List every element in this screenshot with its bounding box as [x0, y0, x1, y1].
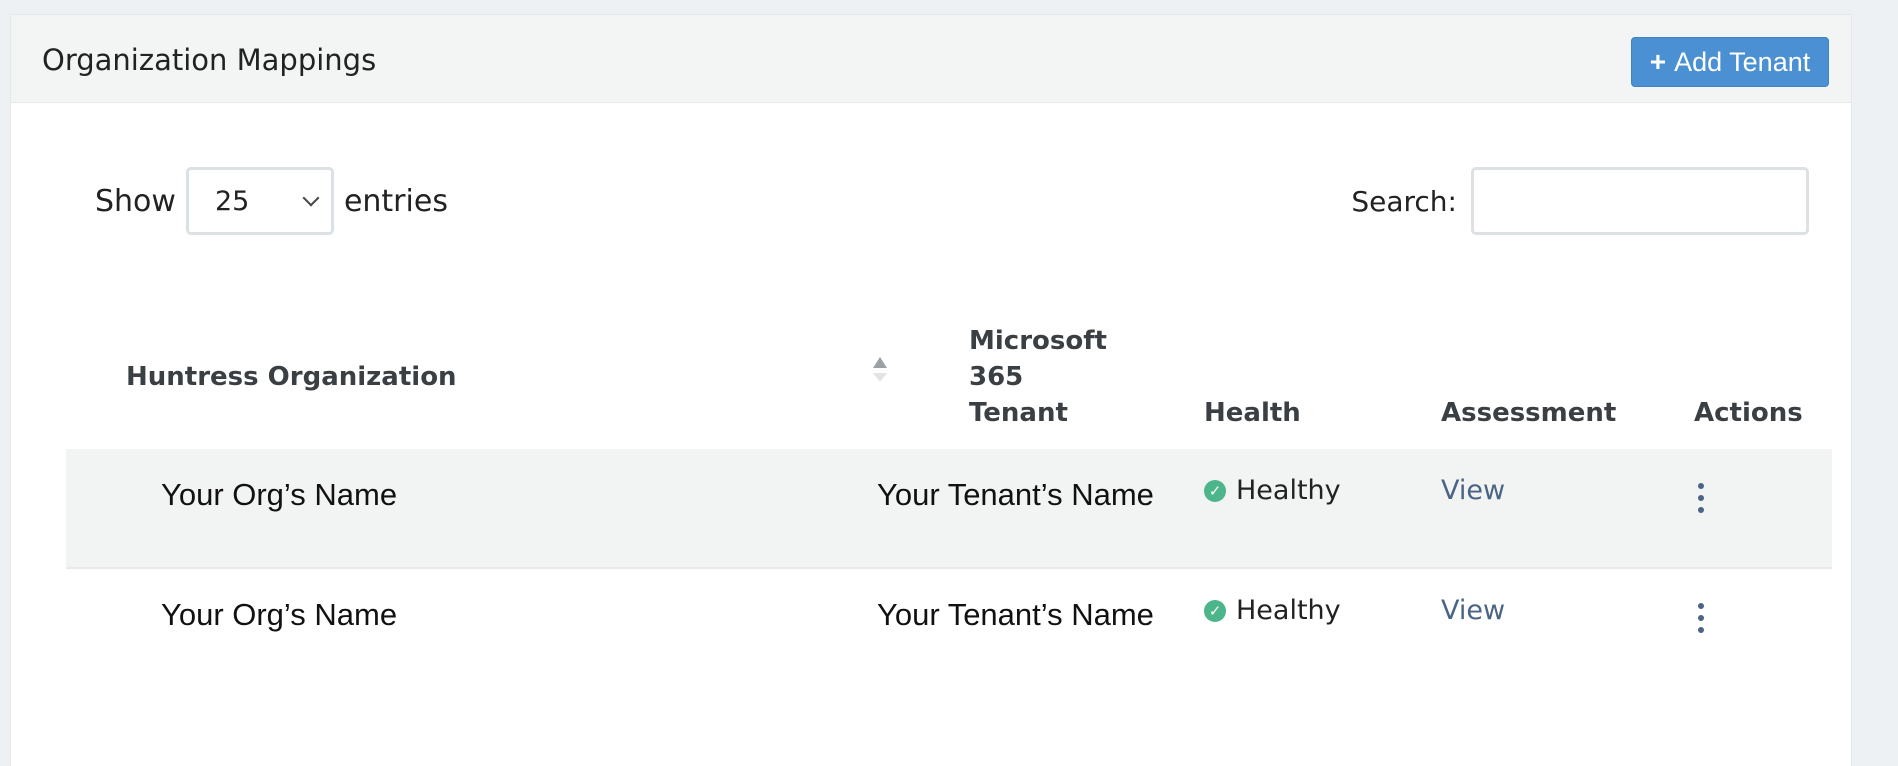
- health-cell: ✓ Healthy: [1204, 475, 1341, 506]
- more-vertical-icon[interactable]: [1694, 483, 1708, 513]
- table-header: Huntress Organization Microsoft 365 Tena…: [66, 313, 1832, 449]
- table-row: Your Org’s Name Your Tenant’s Name ✓ Hea…: [66, 449, 1832, 569]
- organization-cell: Your Org’s Name: [161, 597, 398, 632]
- panel-header: Organization Mappings + Add Tenant: [11, 15, 1851, 103]
- dot: [1698, 495, 1704, 501]
- header-health[interactable]: Health: [1204, 395, 1301, 431]
- show-label: Show: [95, 183, 176, 219]
- health-cell: ✓ Healthy: [1204, 595, 1341, 626]
- dot: [1698, 507, 1704, 513]
- health-status: Healthy: [1236, 475, 1341, 506]
- dot: [1698, 483, 1704, 489]
- page-size-control: Show 25 entries: [95, 167, 448, 235]
- chevron-down-icon: [302, 189, 320, 207]
- header-tenant-line3: Tenant: [969, 398, 1068, 428]
- add-tenant-button[interactable]: + Add Tenant: [1631, 37, 1829, 87]
- header-actions: Actions: [1694, 398, 1803, 428]
- organization-cell: Your Org’s Name: [161, 477, 398, 512]
- dot: [1698, 627, 1704, 633]
- header-assessment[interactable]: Assessment: [1441, 395, 1616, 431]
- panel-title: Organization Mappings: [42, 43, 377, 77]
- sort-desc-icon: [873, 373, 887, 382]
- health-status: Healthy: [1236, 595, 1341, 626]
- dot: [1698, 615, 1704, 621]
- search-control: Search:: [1351, 167, 1809, 235]
- header-tenant-line1: Microsoft: [969, 326, 1107, 356]
- sort-icon[interactable]: [873, 357, 889, 387]
- entries-label: entries: [343, 183, 448, 219]
- tenant-cell: Your Tenant’s Name: [877, 597, 1154, 632]
- organization-mappings-panel: Organization Mappings + Add Tenant Show …: [10, 14, 1852, 766]
- check-circle-icon: ✓: [1204, 479, 1226, 502]
- assessment-view-link[interactable]: View: [1441, 595, 1505, 626]
- page-size-select[interactable]: 25: [185, 167, 334, 235]
- header-huntress-organization[interactable]: Huntress Organization: [126, 359, 457, 395]
- dot: [1698, 603, 1704, 609]
- plus-icon: +: [1649, 46, 1667, 77]
- add-tenant-label: Add Tenant: [1674, 46, 1811, 77]
- check-circle-icon: ✓: [1204, 599, 1226, 622]
- table-row: Your Org’s Name Your Tenant’s Name ✓ Hea…: [66, 569, 1832, 689]
- assessment-view-link[interactable]: View: [1441, 475, 1505, 506]
- page-size-value: 25: [214, 185, 250, 217]
- header-tenant-line2: 365: [969, 362, 1024, 392]
- more-vertical-icon[interactable]: [1694, 603, 1708, 633]
- search-label: Search:: [1351, 184, 1457, 218]
- search-input[interactable]: [1471, 167, 1809, 235]
- tenant-cell: Your Tenant’s Name: [877, 477, 1154, 512]
- sort-asc-icon: [873, 357, 887, 368]
- header-organization-label: Huntress Organization: [126, 362, 457, 392]
- header-microsoft-365-tenant[interactable]: Microsoft 365 Tenant: [969, 323, 1107, 431]
